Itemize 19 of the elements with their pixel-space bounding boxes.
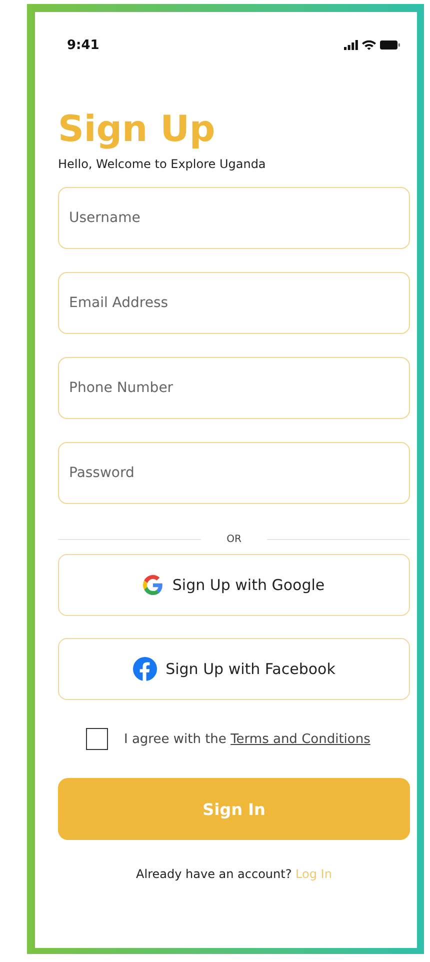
google-icon: [143, 575, 164, 595]
terms-link[interactable]: Terms and Conditions: [230, 732, 370, 746]
status-time: 9:41: [67, 38, 100, 52]
input-field[interactable]: Username: [58, 187, 410, 249]
agreement-text: I agree with the Terms and Conditions: [124, 732, 370, 746]
google-signup-button[interactable]: Sign Up with Google: [58, 554, 410, 616]
input-field[interactable]: Email Address: [58, 272, 410, 334]
input-field[interactable]: Password: [58, 442, 410, 504]
signal-icon: [344, 40, 358, 50]
input-field[interactable]: Phone Number: [58, 357, 410, 419]
page-title: Sign Up: [58, 108, 216, 152]
welcome-text: Hello, Welcome to Explore Uganda: [58, 157, 267, 171]
account-prompt: Already have an account? Log In: [135, 867, 333, 881]
facebook-signup-button[interactable]: Sign Up with Facebook: [58, 638, 410, 700]
facebook-icon: [132, 657, 157, 681]
battery-icon: [380, 40, 400, 50]
wifi-icon: [362, 40, 376, 50]
divider-text: OR: [226, 534, 242, 544]
agreement-checkbox[interactable]: [86, 728, 108, 750]
